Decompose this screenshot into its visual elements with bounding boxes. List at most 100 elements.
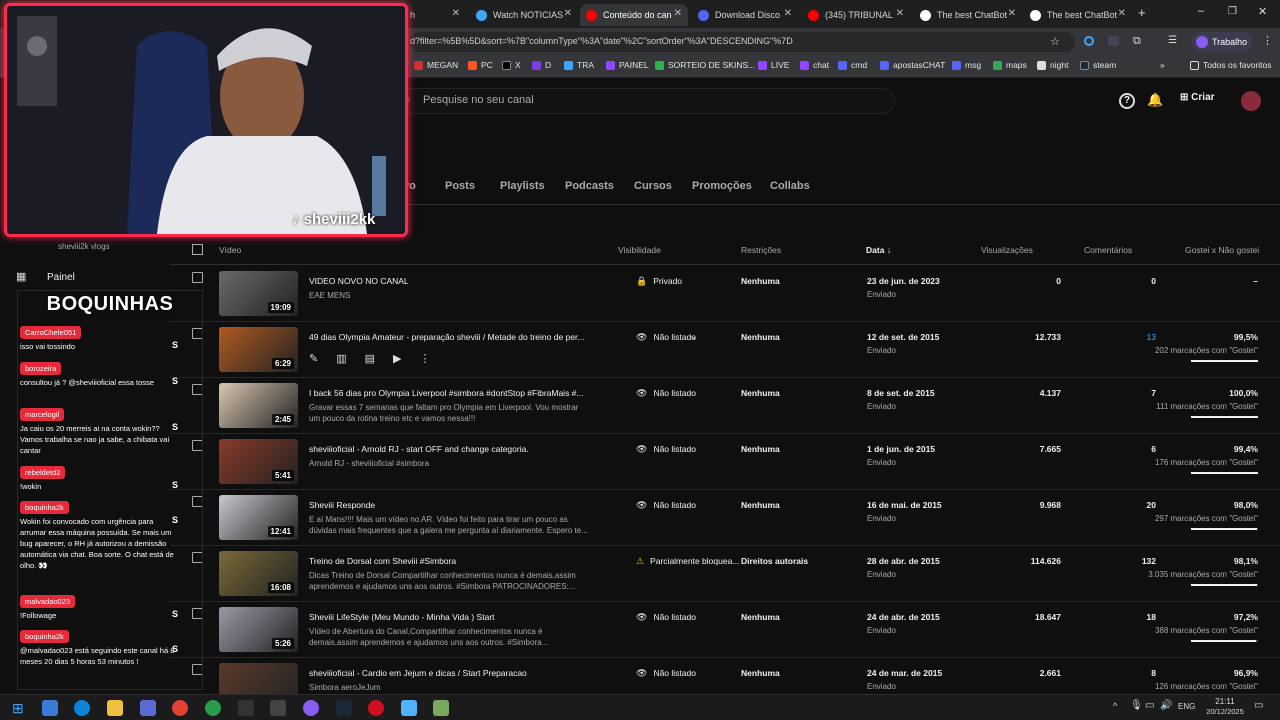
- video-title[interactable]: sheviiioficial - Arnold RJ - start OFF a…: [309, 444, 594, 454]
- opera-icon[interactable]: [368, 700, 384, 716]
- visibility-cell[interactable]: 👁 Não listado: [636, 388, 696, 399]
- close-window-icon[interactable]: ✕: [1258, 5, 1267, 18]
- bookmark[interactable]: X: [502, 60, 521, 70]
- store-icon[interactable]: [140, 700, 156, 716]
- bookmark[interactable]: maps: [993, 60, 1027, 70]
- language-indicator[interactable]: ENG: [1178, 702, 1195, 711]
- create-button[interactable]: ⊞ Criar: [1180, 92, 1215, 103]
- app-icon[interactable]: [303, 700, 319, 716]
- volume-icon[interactable]: 🔊: [1160, 700, 1172, 711]
- row-checkbox[interactable]: [192, 272, 203, 283]
- star-icon[interactable]: ☆: [1050, 35, 1060, 48]
- close-icon[interactable]: ✕: [896, 8, 904, 19]
- tab-promocoes[interactable]: Promoções: [692, 180, 752, 192]
- visibility-cell[interactable]: ⚠ Parcialmente bloquea...: [636, 556, 739, 567]
- tab-posts[interactable]: Posts: [445, 180, 475, 192]
- close-icon[interactable]: ✕: [674, 8, 682, 19]
- bookmark[interactable]: apostasCHAT: [880, 60, 945, 70]
- app-icon[interactable]: [401, 700, 417, 716]
- microphone-icon[interactable]: 🎙: [1130, 700, 1143, 711]
- new-tab-icon[interactable]: +: [1138, 5, 1146, 20]
- restore-icon[interactable]: ❐: [1228, 6, 1237, 17]
- bookmark[interactable]: steam: [1080, 60, 1116, 70]
- app-icon[interactable]: [433, 700, 449, 716]
- bookmark[interactable]: chat: [800, 60, 829, 70]
- edge-icon[interactable]: [74, 700, 90, 716]
- bookmark[interactable]: night: [1037, 60, 1068, 70]
- visibility-cell[interactable]: 👁 Não listado: [636, 668, 696, 679]
- close-icon[interactable]: ✕: [784, 8, 792, 19]
- chrome-icon[interactable]: [172, 700, 188, 716]
- close-icon[interactable]: ✕: [564, 8, 572, 19]
- visibility-cell[interactable]: 🔒 Privado: [636, 276, 682, 287]
- table-row[interactable]: 6:29 49 dias Olympia Amateur - preparação…: [170, 322, 1280, 378]
- video-thumbnail[interactable]: 5:41: [219, 439, 298, 484]
- gear-icon[interactable]: [270, 700, 286, 716]
- bookmark[interactable]: PC: [468, 60, 493, 70]
- app-icon[interactable]: [238, 700, 254, 716]
- analytics-icon[interactable]: ▥: [336, 352, 346, 365]
- video-title[interactable]: I back 56 dias pro Olympia Liverpool #si…: [309, 388, 594, 398]
- puzzle-icon[interactable]: ⧉: [1133, 35, 1141, 48]
- table-row[interactable]: 16:08 Treino de Dorsal com Sheviii #Simbo…: [170, 546, 1280, 602]
- tab-podcasts[interactable]: Podcasts: [565, 180, 614, 192]
- bookmark[interactable]: cmd: [838, 60, 867, 70]
- video-title[interactable]: Treino de Dorsal com Sheviii #Simbora: [309, 556, 594, 566]
- close-icon[interactable]: ✕: [1118, 8, 1126, 19]
- bookmark[interactable]: LIVE: [758, 60, 789, 70]
- column-date[interactable]: Data ↓: [866, 245, 891, 255]
- tray-chevron-icon[interactable]: ^: [1113, 701, 1117, 711]
- pencil-icon[interactable]: ✎: [309, 352, 318, 365]
- extension-icon[interactable]: [1084, 36, 1094, 46]
- url-field[interactable]: d?filter=%5B%5D&sort=%7B"columnType"%3A"…: [410, 32, 1075, 52]
- close-icon[interactable]: ✕: [1008, 8, 1016, 19]
- browser-tab[interactable]: Download Disco ✕: [692, 4, 798, 26]
- bookmark-all[interactable]: Todos os favoritos: [1190, 60, 1272, 70]
- chevron-right-icon[interactable]: »: [1160, 60, 1165, 70]
- clock-time[interactable]: 21:11: [1210, 697, 1240, 706]
- video-title[interactable]: sheviiioficial - Cardio em Jejum e dicas…: [309, 668, 594, 678]
- video-title[interactable]: VIDEO NOVO NO CANAL: [309, 276, 594, 286]
- chrome-icon[interactable]: [205, 700, 221, 716]
- kebab-menu-icon[interactable]: ⋮: [1262, 34, 1273, 47]
- tab-collabs[interactable]: Collabs: [770, 180, 810, 192]
- tab-cursos[interactable]: Cursos: [634, 180, 672, 192]
- video-thumbnail[interactable]: 16:08: [219, 551, 298, 596]
- video-title[interactable]: Sheviii Responde: [309, 500, 594, 510]
- select-all-checkbox[interactable]: [192, 244, 203, 255]
- bookmark[interactable]: D: [532, 60, 551, 70]
- app-icon[interactable]: [42, 700, 58, 716]
- video-thumbnail[interactable]: 19:09: [219, 271, 298, 316]
- folder-icon[interactable]: [107, 700, 123, 716]
- bookmark[interactable]: SORTEIO DE SKINS...: [655, 60, 755, 70]
- reading-list-icon[interactable]: ☰: [1168, 35, 1177, 46]
- browser-tab[interactable]: (345) TRIBUNAL ✕: [802, 4, 910, 26]
- close-icon[interactable]: ✕: [452, 8, 460, 19]
- browser-tab[interactable]: The best ChatBot ✕: [914, 4, 1022, 26]
- notification-icon[interactable]: ▭: [1254, 700, 1263, 711]
- visibility-cell[interactable]: 👁 Não listado: [636, 444, 696, 455]
- search-input[interactable]: ⌕ Pesquise no seu canal: [398, 88, 895, 114]
- avatar[interactable]: [1241, 91, 1261, 111]
- steam-icon[interactable]: [336, 700, 352, 716]
- tab-playlists[interactable]: Playlists: [500, 180, 545, 192]
- sidebar-item-painel[interactable]: Painel: [47, 272, 75, 283]
- browser-tab[interactable]: Watch NOTICIAS ✕: [470, 4, 578, 26]
- youtube-play-icon[interactable]: ▶: [393, 352, 401, 365]
- bookmark[interactable]: MEGAN: [414, 60, 458, 70]
- comments-icon[interactable]: ▤: [365, 352, 375, 365]
- bookmark[interactable]: msg: [952, 60, 981, 70]
- windows-start-icon[interactable]: ⊞: [12, 700, 24, 717]
- kebab-menu-icon[interactable]: ⋮: [420, 352, 431, 365]
- bookmark[interactable]: TRA: [564, 60, 594, 70]
- browser-tab-active[interactable]: Conteúdo do can ✕: [580, 4, 688, 26]
- table-row[interactable]: 19:09 VIDEO NOVO NO CANAL EAE MENS 🔒 Privado…: [170, 266, 1280, 322]
- visibility-cell[interactable]: 👁 Não listado: [636, 500, 696, 511]
- bell-icon[interactable]: 🔔: [1147, 92, 1163, 108]
- browser-tab[interactable]: The best ChatBot ✕: [1024, 4, 1132, 26]
- browser-tab[interactable]: h ✕: [404, 4, 466, 26]
- clock-date[interactable]: 20/12/2025: [1201, 707, 1249, 716]
- profile-button[interactable]: Trabalho: [1192, 32, 1252, 52]
- extension-icon[interactable]: [1108, 36, 1119, 46]
- network-icon[interactable]: ▭: [1145, 700, 1154, 711]
